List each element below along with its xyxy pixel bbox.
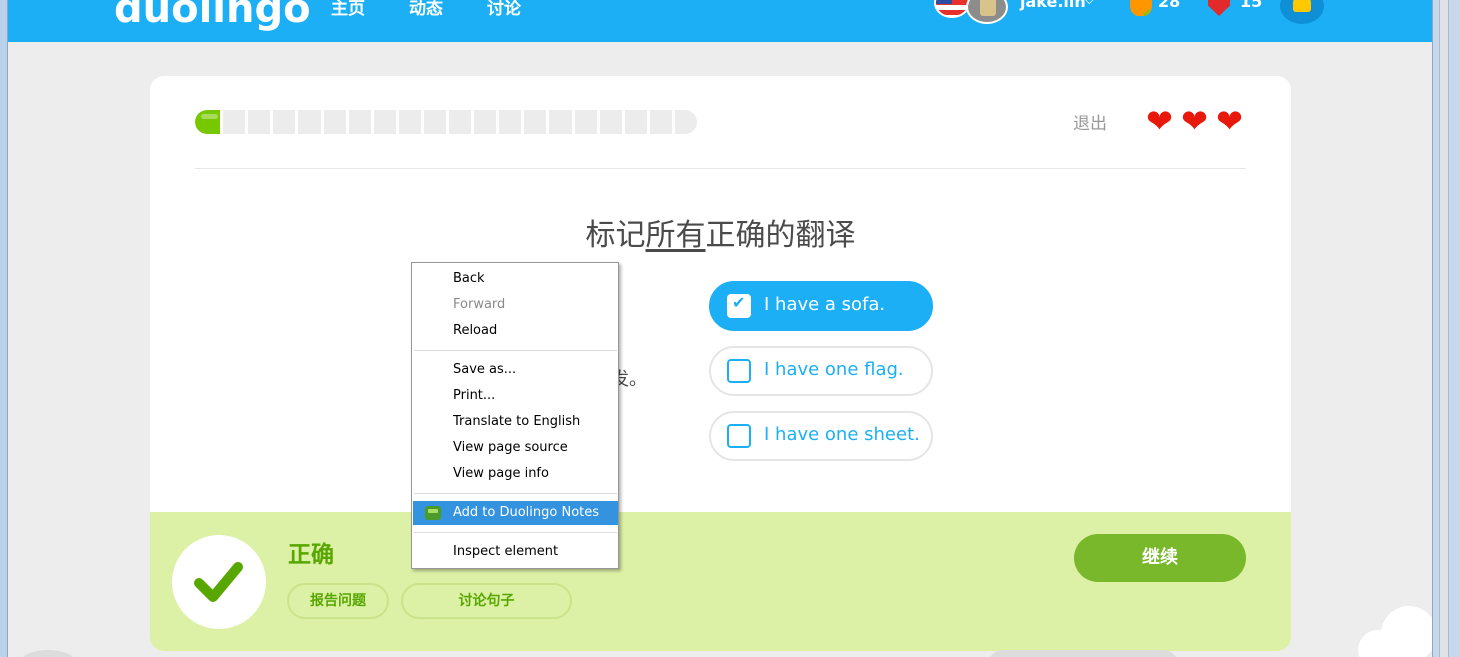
- menu-item-add-notes-label: Add to Duolingo Notes: [453, 505, 600, 520]
- notifications-button[interactable]: [1280, 0, 1324, 24]
- continue-button[interactable]: 继续: [1074, 534, 1246, 582]
- streak-check-icon: ✔: [1142, 6, 1153, 20]
- checkmark-icon: [194, 562, 243, 602]
- menu-item-view-info[interactable]: View page info: [413, 462, 618, 486]
- duolingo-logo[interactable]: duolingo: [114, 0, 311, 32]
- chevron-down-icon[interactable]: ⌵: [1084, 0, 1095, 8]
- answer-option-label: I have one flag.: [764, 359, 904, 380]
- window-scrollbar-frame[interactable]: [1432, 0, 1460, 657]
- checkbox[interactable]: [727, 424, 751, 448]
- progress-segment-divider: [446, 110, 449, 134]
- check-icon: ✔: [732, 293, 746, 312]
- avatar[interactable]: [966, 0, 1008, 24]
- bell-icon: [1293, 0, 1311, 12]
- answer-option-label: I have one sheet.: [764, 424, 920, 445]
- flag-canton: [936, 0, 952, 4]
- progress-segment-divider: [647, 110, 650, 134]
- menu-item-back[interactable]: Back: [413, 267, 618, 291]
- gem-icon[interactable]: [1208, 0, 1230, 16]
- avatar-image: [980, 0, 996, 16]
- progress-shine: [201, 114, 218, 119]
- top-nav-bar: duolingo 主页 动态 讨论 jake.lin ⌵ ✔ 28 15: [8, 0, 1432, 42]
- feedback-footer: 正确 报告问题 讨论句子 继续: [150, 512, 1291, 651]
- menu-separator: [414, 350, 617, 351]
- hearts-display: ❤ ❤ ❤: [1144, 102, 1245, 140]
- menu-item-view-source[interactable]: View page source: [413, 436, 618, 460]
- menu-separator: [414, 493, 617, 494]
- decorative-shape: [988, 650, 1178, 657]
- progress-segment-divider: [496, 110, 499, 134]
- discuss-sentence-button[interactable]: 讨论句子: [401, 583, 572, 619]
- report-problem-button[interactable]: 报告问题: [287, 583, 389, 619]
- answer-option-2[interactable]: I have one flag.: [709, 346, 933, 396]
- menu-item-forward[interactable]: Forward: [413, 293, 618, 317]
- menu-item-reload[interactable]: Reload: [413, 319, 618, 343]
- lesson-card: 退出 ❤ ❤ ❤ 标记所有正确的翻译 发。 ✔ I have a sofa. I…: [150, 76, 1291, 651]
- menu-item-inspect[interactable]: Inspect element: [413, 540, 618, 564]
- answer-option-3[interactable]: I have one sheet.: [709, 411, 933, 461]
- browser-viewport: duolingo 主页 动态 讨论 jake.lin ⌵ ✔ 28 15 退出 …: [8, 0, 1432, 657]
- progress-segment-divider: [245, 110, 248, 134]
- decorative-shape: [18, 650, 78, 657]
- prompt-emphasis: 所有: [645, 218, 706, 253]
- username-menu[interactable]: jake.lin: [1020, 0, 1086, 11]
- progress-segment-divider: [471, 110, 474, 134]
- progress-segment-divider: [295, 110, 298, 134]
- us-flag-icon[interactable]: [934, 0, 970, 18]
- heart-icon: ❤: [1146, 102, 1173, 140]
- progress-segment-divider: [421, 110, 424, 134]
- progress-segment-divider: [521, 110, 524, 134]
- checkbox[interactable]: [727, 359, 751, 383]
- progress-segment-divider: [371, 110, 374, 134]
- result-title: 正确: [288, 542, 334, 568]
- gem-count: 15: [1240, 0, 1263, 11]
- result-badge: [172, 535, 266, 629]
- progress-segment-divider: [270, 110, 273, 134]
- progress-segment-divider: [597, 110, 600, 134]
- checkbox[interactable]: ✔: [727, 293, 751, 318]
- header-divider: [195, 168, 1246, 169]
- prompt-prefix: 标记: [585, 218, 646, 253]
- streak-count: 28: [1158, 0, 1181, 11]
- menu-item-add-notes[interactable]: Add to Duolingo Notes: [413, 501, 618, 525]
- nav-discuss-link[interactable]: 讨论: [487, 0, 521, 19]
- nav-home-link[interactable]: 主页: [331, 0, 365, 19]
- heart-icon: ❤: [1216, 102, 1243, 140]
- lesson-progress-bar: [195, 110, 697, 134]
- heart-icon: ❤: [1181, 102, 1208, 140]
- challenge-prompt: 标记所有正确的翻译: [150, 210, 1291, 254]
- nav-activity-link[interactable]: 动态: [409, 0, 443, 19]
- answer-option-label: I have a sofa.: [764, 294, 886, 315]
- menu-separator: [414, 532, 617, 533]
- context-menu: Back Forward Reload Save as... Print... …: [411, 262, 619, 569]
- quit-link[interactable]: 退出: [1073, 109, 1107, 134]
- window-frame-left: [0, 0, 8, 657]
- menu-item-translate[interactable]: Translate to English: [413, 410, 618, 434]
- prompt-suffix: 正确的翻译: [705, 218, 856, 253]
- answer-option-1[interactable]: ✔ I have a sofa.: [709, 281, 933, 331]
- progress-segment-divider: [396, 110, 399, 134]
- progress-segment-divider: [546, 110, 549, 134]
- duolingo-notes-icon: [425, 506, 441, 520]
- progress-segment-divider: [572, 110, 575, 134]
- progress-segment-divider: [672, 110, 675, 134]
- progress-segment-divider: [622, 110, 625, 134]
- menu-item-print[interactable]: Print...: [413, 384, 618, 408]
- progress-segment-divider: [321, 110, 324, 134]
- scrollbar-track[interactable]: [1439, 0, 1449, 657]
- progress-segment-divider: [220, 110, 223, 134]
- menu-item-save-as[interactable]: Save as...: [413, 358, 618, 382]
- progress-segment-divider: [346, 110, 349, 134]
- progress-fill: [195, 110, 220, 134]
